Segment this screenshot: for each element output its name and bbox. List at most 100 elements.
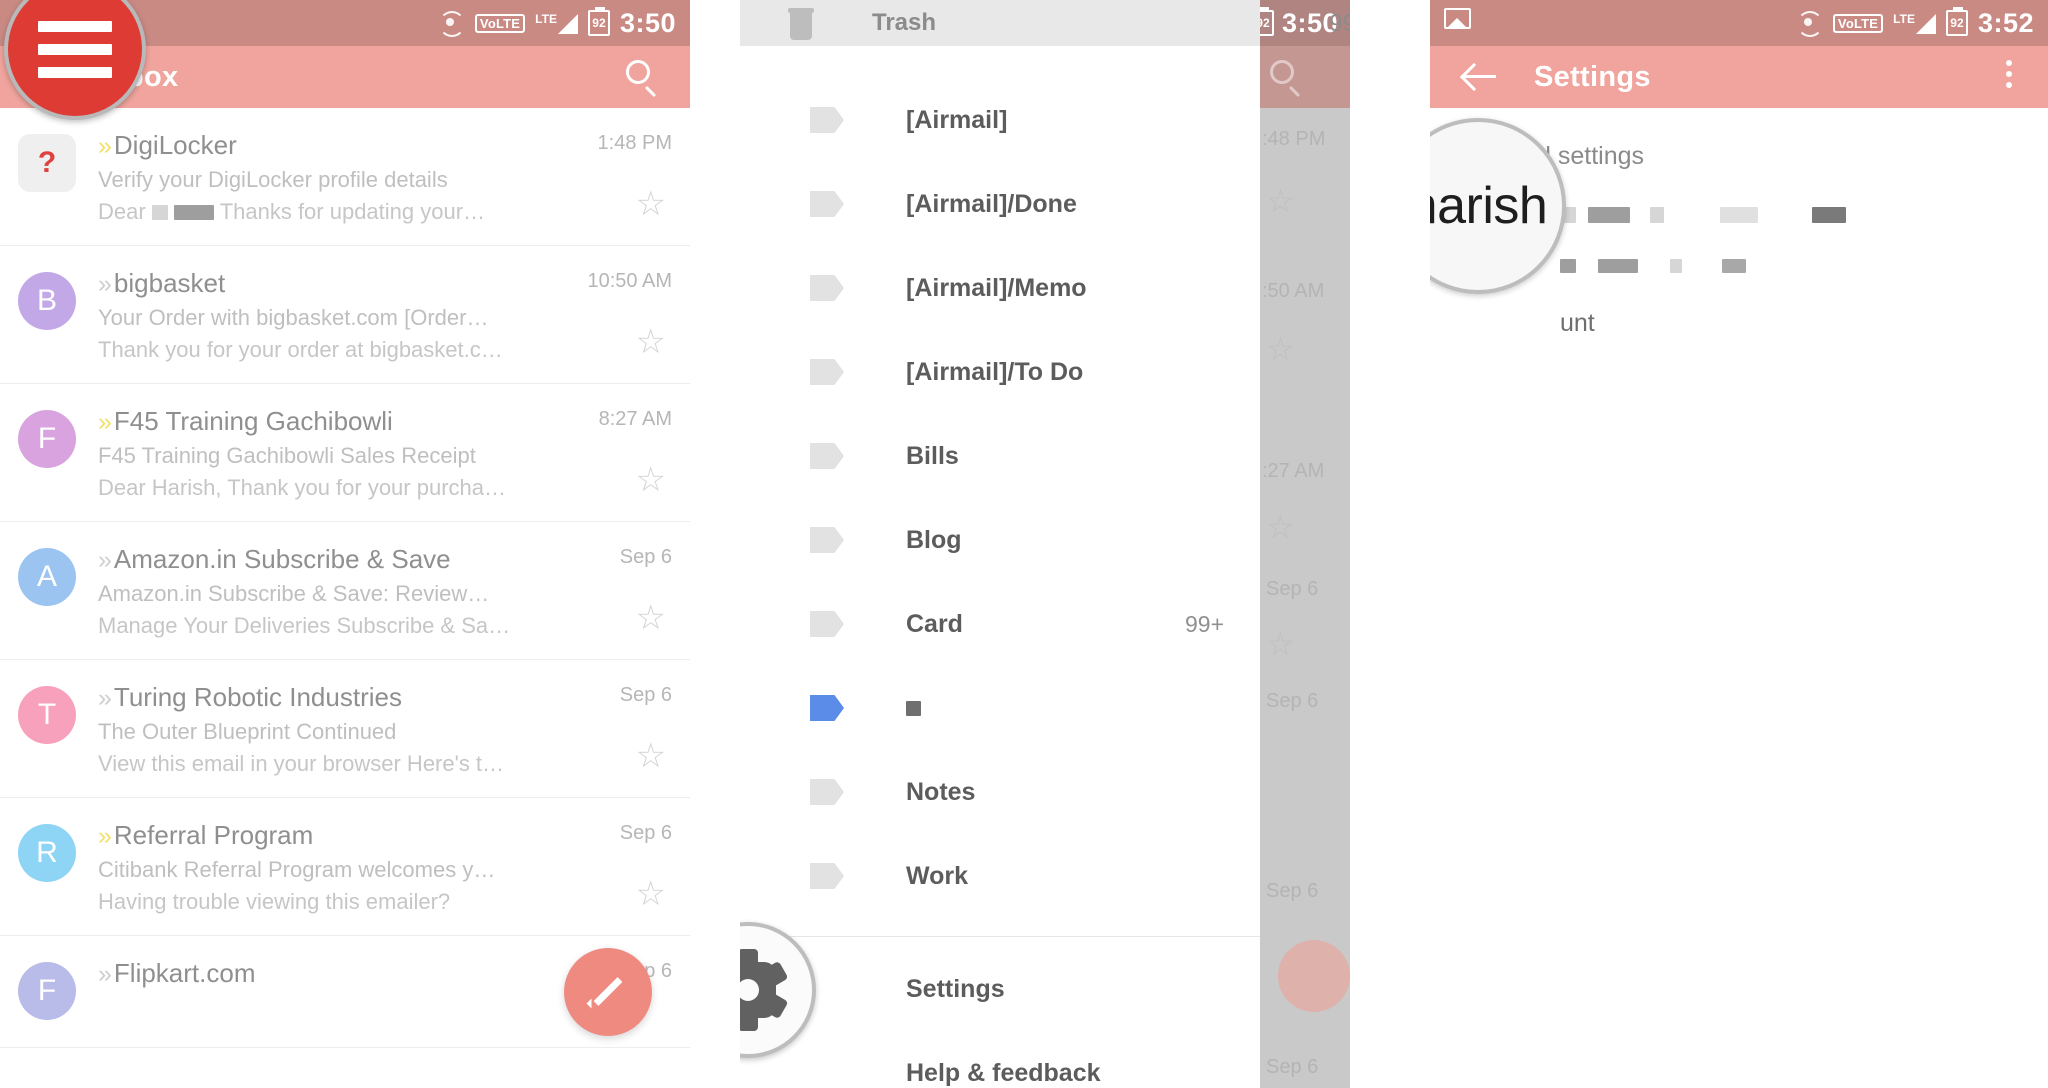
- battery-icon: 92: [587, 7, 610, 36]
- back-arrow-icon[interactable]: [1462, 59, 1498, 95]
- gear-icon: [740, 949, 789, 1031]
- signal-triangle-icon: [1915, 13, 1936, 34]
- search-icon[interactable]: [1270, 60, 1304, 98]
- table-row[interactable]: R » Referral Program Sep 6 Citibank Refe…: [0, 798, 690, 936]
- table-row[interactable]: A » Amazon.in Subscribe & Save Sep 6 Ama…: [0, 522, 690, 660]
- drawer-item-blog[interactable]: Blog: [740, 498, 1260, 582]
- drawer-item-label: Card: [906, 609, 963, 638]
- drawer-item-airmail[interactable]: [Airmail]: [740, 78, 1260, 162]
- redacted-block: [1812, 207, 1846, 223]
- label-icon: [810, 275, 844, 301]
- important-chevron-icon: »: [98, 408, 112, 436]
- snippet-line: Dear Harish, Thank you for your purcha…: [98, 475, 506, 500]
- sender-name: Flipkart.com: [113, 958, 256, 988]
- drawer-item-label: Bills: [906, 441, 959, 470]
- star-icon[interactable]: ☆: [636, 187, 666, 221]
- label-icon: [810, 779, 844, 805]
- redacted-block: [1588, 207, 1630, 223]
- star-icon[interactable]: ☆: [636, 877, 666, 911]
- avatar[interactable]: ?: [18, 134, 76, 192]
- important-chevron-icon: »: [98, 546, 112, 574]
- pencil-icon: [586, 970, 630, 1014]
- compose-fab-button[interactable]: [564, 948, 652, 1036]
- redacted-block: [1670, 259, 1682, 273]
- sender-name: bigbasket: [113, 268, 226, 298]
- volte-icon: VoLTE: [1832, 13, 1884, 33]
- add-account-label[interactable]: unt: [1430, 309, 2048, 338]
- subject-line: Citibank Referral Program welcomes y…: [98, 857, 496, 882]
- drawer-item-trash[interactable]: Trash 99+: [740, 0, 1350, 46]
- drawer-item-redacted[interactable]: [740, 666, 1260, 750]
- important-chevron-icon: »: [98, 822, 112, 850]
- drawer-item-bills[interactable]: Bills: [740, 414, 1260, 498]
- lte-label: LTE: [1893, 11, 1915, 26]
- drawer-item-notes[interactable]: Notes: [740, 750, 1260, 834]
- star-icon[interactable]: ☆: [1266, 330, 1295, 368]
- important-chevron-icon: »: [98, 960, 112, 988]
- drawer-item-label: Trash: [872, 9, 937, 36]
- hotspot-icon: [1796, 10, 1823, 37]
- redacted-block: [906, 700, 921, 716]
- redacted-block: [1650, 207, 1664, 223]
- avatar[interactable]: A: [18, 548, 76, 606]
- drawer-item-airmail-todo[interactable]: [Airmail]/To Do: [740, 330, 1260, 414]
- star-icon[interactable]: ☆: [636, 601, 666, 635]
- list-item[interactable]: [1560, 259, 2048, 273]
- panel-nav-drawer: :48 PM :50 AM :27 AM Sep 6 Sep 6 Sep 6 S…: [740, 0, 1350, 1088]
- label-icon: [810, 443, 844, 469]
- star-icon[interactable]: ☆: [636, 739, 666, 773]
- redacted-block: [1560, 259, 1576, 273]
- avatar[interactable]: F: [18, 410, 76, 468]
- star-icon[interactable]: ☆: [636, 463, 666, 497]
- drawer-item-airmail-memo[interactable]: [Airmail]/Memo: [740, 246, 1260, 330]
- search-icon[interactable]: [626, 60, 660, 98]
- sender-name: Referral Program: [113, 820, 314, 850]
- star-icon[interactable]: ☆: [1266, 508, 1295, 546]
- ghost-timestamp: :48 PM: [1262, 128, 1326, 150]
- battery-icon: 92: [1945, 7, 1968, 36]
- timestamp: 10:50 AM: [587, 270, 672, 292]
- mail-list[interactable]: ? » DigiLocker 1:48 PM Verify your DigiL…: [0, 108, 690, 1088]
- divider: [740, 936, 1260, 937]
- avatar[interactable]: R: [18, 824, 76, 882]
- ghost-timestamp: Sep 6: [1266, 578, 1319, 600]
- star-icon[interactable]: ☆: [636, 325, 666, 359]
- compose-fab-button[interactable]: [1278, 940, 1350, 1012]
- redacted-block: [1722, 259, 1746, 273]
- table-row[interactable]: B » bigbasket 10:50 AM Your Order with b…: [0, 246, 690, 384]
- drawer-item-airmail-done[interactable]: [Airmail]/Done: [740, 162, 1260, 246]
- label-icon: [810, 863, 844, 889]
- volte-icon: VoLTE: [474, 13, 526, 33]
- drawer-item-work[interactable]: Work: [740, 834, 1260, 918]
- drawer-item-card[interactable]: Card 99+: [740, 582, 1260, 666]
- table-row[interactable]: ? » DigiLocker 1:48 PM Verify your DigiL…: [0, 108, 690, 246]
- subject-line: Your Order with bigbasket.com [Order…: [98, 305, 489, 330]
- label-icon: [810, 107, 844, 133]
- label-icon: [810, 359, 844, 385]
- screenshot-stage: VoLTE LTE 92 3:50 nbox ? » DigiLocker 1:…: [0, 0, 2048, 1088]
- overflow-menu-icon[interactable]: [2006, 60, 2012, 88]
- snippet-before: Dear: [98, 199, 146, 224]
- sender-name: DigiLocker: [113, 130, 237, 160]
- list-item[interactable]: [1560, 207, 2048, 223]
- avatar[interactable]: B: [18, 272, 76, 330]
- trash-icon: [788, 6, 816, 40]
- account-name: harish: [1430, 177, 1548, 235]
- snippet-line: Manage Your Deliveries Subscribe & Sa…: [98, 613, 511, 638]
- drawer-item-label: [906, 700, 921, 716]
- label-icon: [810, 611, 844, 637]
- drawer-item-help-feedback[interactable]: Help & feedback: [740, 1031, 1260, 1088]
- timestamp: Sep 6: [619, 822, 672, 844]
- avatar[interactable]: T: [18, 686, 76, 744]
- star-icon[interactable]: ☆: [1266, 625, 1295, 663]
- status-bar-settings: VoLTE LTE 92 3:52: [1430, 0, 2048, 46]
- table-row[interactable]: F » F45 Training Gachibowli 8:27 AM F45 …: [0, 384, 690, 522]
- table-row[interactable]: T » Turing Robotic Industries Sep 6 The …: [0, 660, 690, 798]
- avatar[interactable]: F: [18, 962, 76, 1020]
- timestamp: 8:27 AM: [598, 408, 672, 430]
- drawer-item-settings[interactable]: Settings: [740, 947, 1260, 1031]
- drawer-scrim-underlay: :48 PM :50 AM :27 AM Sep 6 Sep 6 Sep 6 S…: [1260, 0, 1350, 1088]
- app-bar-settings: Settings: [1430, 46, 2048, 108]
- star-icon[interactable]: ☆: [1266, 182, 1295, 220]
- important-chevron-icon: »: [98, 684, 112, 712]
